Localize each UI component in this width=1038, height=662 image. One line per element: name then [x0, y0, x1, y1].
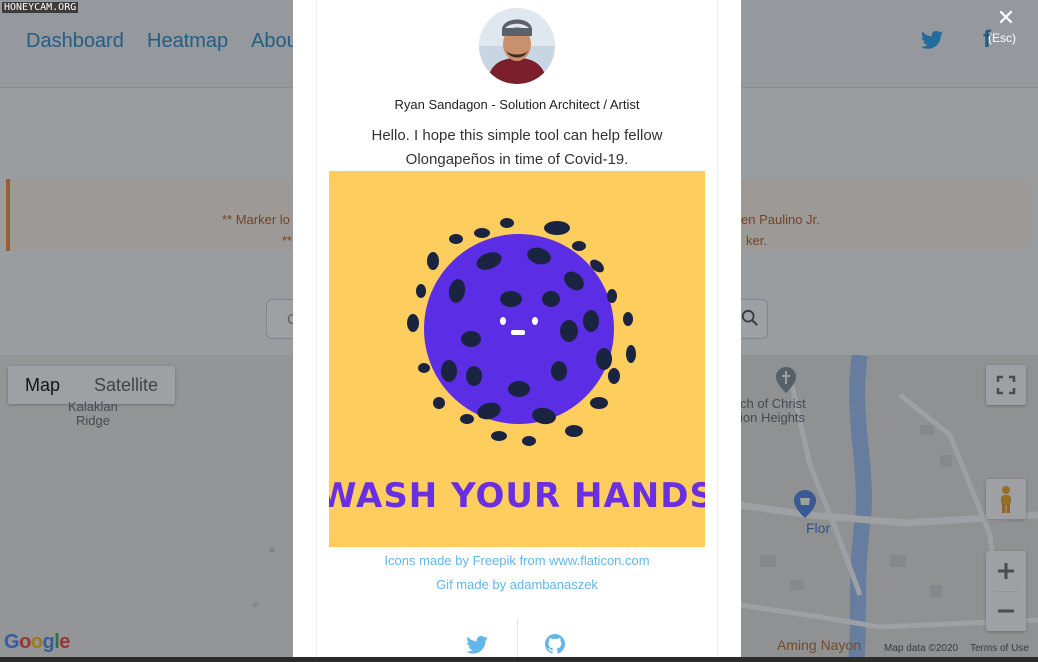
about-modal: Ryan Sandagon - Solution Architect / Art… [293, 0, 741, 662]
virus-illustration: WASH YOUR HANDS [329, 218, 705, 516]
wash-hands-gif: WASH YOUR HANDS [329, 171, 705, 547]
gif-caption: WASH YOUR HANDS [329, 476, 705, 516]
intro-text: Hello. I hope this simple tool can help … [353, 124, 681, 172]
credit-gif-link[interactable]: Gif made by adambanaszek [293, 577, 741, 592]
github-icon[interactable] [545, 634, 565, 654]
esc-hint: (Esc) [988, 31, 1016, 45]
intro-line-1: Hello. I hope this simple tool can help … [371, 127, 663, 144]
twitter-icon[interactable] [466, 636, 488, 654]
author-name: Ryan Sandagon - Solution Architect / Art… [394, 97, 640, 112]
social-divider [517, 618, 518, 662]
author-avatar [479, 8, 555, 84]
close-icon[interactable]: ✕ [994, 5, 1018, 31]
watermark: HONEYCAM.ORG [2, 2, 79, 13]
intro-line-2: Olongapeños in time of Covid-19. [405, 151, 629, 168]
credit-icons-link[interactable]: Icons made by Freepik from www.flaticon.… [293, 553, 741, 568]
taskbar-strip [0, 657, 1038, 662]
